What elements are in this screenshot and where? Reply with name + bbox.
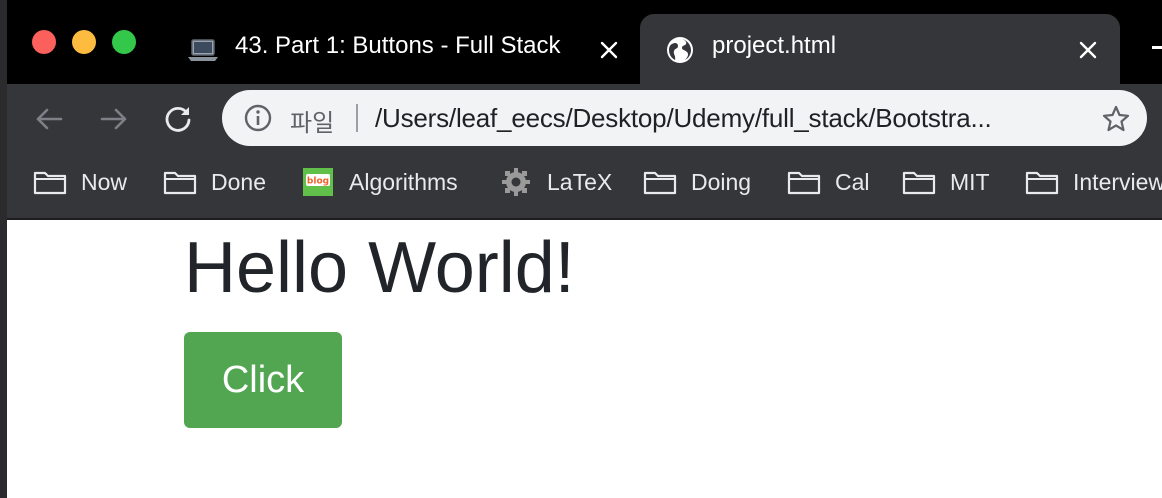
folder-icon <box>33 168 67 196</box>
bookmark-mit[interactable]: MIT <box>902 166 990 198</box>
browser-toolbar: 파일 /Users/leaf_eecs/Desktop/Udemy/full_s… <box>7 84 1162 154</box>
bookmark-interview[interactable]: Interview <box>1025 166 1162 198</box>
svg-text:blog: blog <box>307 177 329 187</box>
address-bar[interactable]: 파일 /Users/leaf_eecs/Desktop/Udemy/full_s… <box>222 90 1147 146</box>
folder-icon <box>787 168 821 196</box>
laptop-icon <box>187 34 219 66</box>
minimize-window-button[interactable] <box>72 30 96 54</box>
new-tab-button-edge[interactable] <box>1152 46 1162 49</box>
bookmark-label: Algorithms <box>349 168 458 195</box>
bookmark-done[interactable]: Done <box>163 166 266 198</box>
bookmarks-bar: Now Done blog Algorithms LaTeX Doing Cal… <box>7 154 1162 220</box>
blog-favicon-icon: blog <box>301 168 335 196</box>
reload-icon[interactable] <box>160 101 196 137</box>
click-button[interactable]: Click <box>184 332 342 428</box>
window-left-edge <box>0 0 7 498</box>
bookmark-latex[interactable]: LaTeX <box>499 166 612 198</box>
tab-project-html[interactable]: project.html <box>640 14 1120 84</box>
bookmark-label: Doing <box>691 168 752 195</box>
back-arrow-icon[interactable] <box>31 101 67 137</box>
tab-strip: 43. Part 1: Buttons - Full Stack project… <box>7 0 1162 84</box>
bookmark-now[interactable]: Now <box>33 166 127 198</box>
bookmark-star-icon[interactable] <box>1100 103 1132 135</box>
bookmark-cal[interactable]: Cal <box>787 166 870 198</box>
folder-icon <box>1025 168 1059 196</box>
tab-title: project.html <box>712 32 837 59</box>
folder-icon <box>643 168 677 196</box>
bookmark-label: LaTeX <box>547 168 613 195</box>
close-icon[interactable] <box>593 34 625 66</box>
bookmark-algorithms[interactable]: blog Algorithms <box>301 166 458 198</box>
globe-icon <box>664 34 696 66</box>
tab-title: 43. Part 1: Buttons - Full Stack <box>235 32 561 59</box>
tab-buttons-course[interactable]: 43. Part 1: Buttons - Full Stack <box>167 14 637 84</box>
bookmark-label: Interview <box>1073 168 1162 195</box>
close-window-button[interactable] <box>32 30 56 54</box>
page-heading: Hello World! <box>184 228 575 308</box>
folder-icon <box>163 168 197 196</box>
bookmark-label: Cal <box>835 168 870 195</box>
address-divider <box>356 104 358 132</box>
url-text[interactable]: /Users/leaf_eecs/Desktop/Udemy/full_stac… <box>375 103 992 134</box>
maximize-window-button[interactable] <box>112 30 136 54</box>
url-scheme-label: 파일 <box>290 109 335 137</box>
folder-icon <box>902 168 936 196</box>
bookmark-label: Done <box>211 168 266 195</box>
page-content: Hello World! Click <box>7 220 1162 498</box>
browser-window: 43. Part 1: Buttons - Full Stack project… <box>0 0 1162 498</box>
forward-arrow-icon[interactable] <box>96 101 132 137</box>
bookmark-label: MIT <box>950 168 990 195</box>
close-icon[interactable] <box>1072 34 1104 66</box>
bookmark-doing[interactable]: Doing <box>643 166 751 198</box>
bookmark-label: Now <box>81 168 128 195</box>
gear-favicon-icon <box>499 168 533 196</box>
info-icon[interactable] <box>244 104 272 132</box>
